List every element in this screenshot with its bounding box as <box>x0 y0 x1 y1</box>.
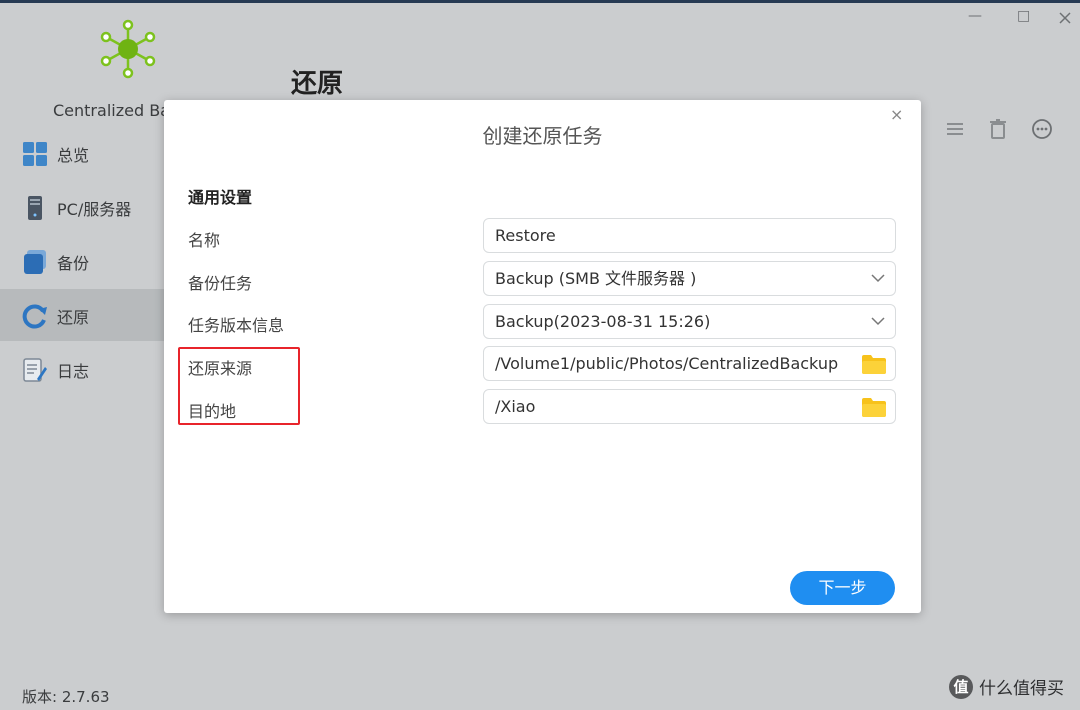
watermark: 值 什么值得买 <box>949 674 1064 699</box>
task-version-select[interactable]: Backup(2023-08-31 15:26) <box>483 304 896 339</box>
minimize-button[interactable]: — <box>968 8 982 24</box>
more-options-icon[interactable] <box>1031 118 1053 140</box>
sidebar-item-restore[interactable]: 还原 <box>0 289 164 341</box>
sidebar: Centralized Ba 总览 PC/服务器 备份 还原 日志 版本: 2.… <box>0 3 170 710</box>
destination-input[interactable]: /Xiao <box>483 389 896 424</box>
task-version-label: 任务版本信息 <box>188 316 285 335</box>
restore-source-value: /Volume1/public/Photos/CentralizedBackup <box>495 354 839 373</box>
sidebar-item-overview[interactable]: 总览 <box>0 127 164 179</box>
server-icon <box>28 196 42 220</box>
sidebar-item-pc-server[interactable]: PC/服务器 <box>0 181 164 233</box>
sidebar-item-label: 日志 <box>57 362 90 381</box>
sidebar-item-log[interactable]: 日志 <box>0 343 164 395</box>
log-icon <box>23 358 47 382</box>
name-input[interactable]: Restore <box>483 218 896 253</box>
watermark-text: 什么值得买 <box>979 679 1064 699</box>
sidebar-item-backup[interactable]: 备份 <box>0 235 164 287</box>
backup-icon <box>24 250 46 274</box>
page-title: 还原 <box>291 69 344 99</box>
sidebar-item-label: 备份 <box>57 254 90 273</box>
destination-label: 目的地 <box>188 402 237 421</box>
restore-icon <box>22 304 47 329</box>
version-label: 版本: 2.7.63 <box>22 688 110 706</box>
task-version-value: Backup(2023-08-31 15:26) <box>495 312 711 331</box>
chevron-down-icon <box>871 274 885 283</box>
next-step-button[interactable]: 下一步 <box>790 571 895 605</box>
folder-icon[interactable] <box>861 353 887 375</box>
maximize-button[interactable]: □ <box>1017 8 1030 24</box>
dialog-close-button[interactable]: × <box>890 105 903 124</box>
create-restore-task-dialog: 创建还原任务 × 通用设置 名称 Restore 备份任务 Backup (SM… <box>164 100 921 613</box>
delete-icon[interactable] <box>987 118 1009 140</box>
name-label: 名称 <box>188 231 221 250</box>
backup-task-select[interactable]: Backup (SMB 文件服务器 ) <box>483 261 896 296</box>
dialog-title: 创建还原任务 <box>482 124 603 148</box>
sidebar-item-label: PC/服务器 <box>57 200 132 219</box>
close-window-icon[interactable] <box>1059 12 1071 24</box>
list-view-icon[interactable] <box>944 118 966 140</box>
overview-icon <box>23 142 47 166</box>
backup-task-value: Backup (SMB 文件服务器 ) <box>495 269 697 288</box>
destination-value: /Xiao <box>495 397 536 416</box>
sidebar-item-label: 总览 <box>57 146 90 165</box>
app-logo-icon <box>100 19 156 79</box>
restore-source-label: 还原来源 <box>188 359 253 378</box>
backup-task-label: 备份任务 <box>188 274 253 293</box>
chevron-down-icon <box>871 317 885 326</box>
watermark-badge: 值 <box>949 674 973 699</box>
app-name: Centralized Ba <box>53 101 170 120</box>
section-title: 通用设置 <box>188 188 253 207</box>
name-input-value: Restore <box>495 226 556 245</box>
folder-icon[interactable] <box>861 396 887 418</box>
restore-source-input[interactable]: /Volume1/public/Photos/CentralizedBackup <box>483 346 896 381</box>
sidebar-item-label: 还原 <box>57 308 90 327</box>
